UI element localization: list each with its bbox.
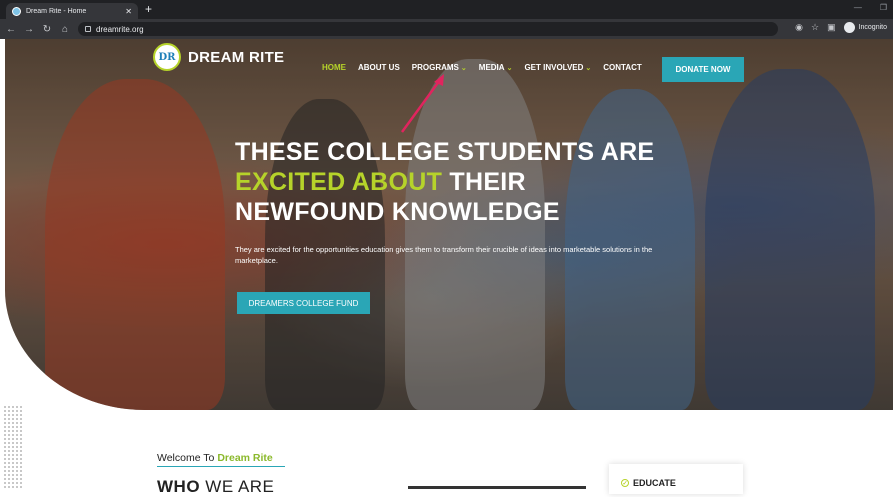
site-favicon-icon (12, 6, 21, 16)
nav-item-get-involved[interactable]: GET INVOLVED ⌄ (524, 63, 591, 72)
nav-item-about-us[interactable]: ABOUT US (358, 63, 400, 72)
headline-line-3: NEWFOUND KNOWLEDGE (235, 198, 560, 226)
welcome-prefix: Welcome To (157, 452, 218, 464)
back-icon[interactable]: ← (6, 24, 16, 35)
site-brand[interactable]: DR DREAM RITE (153, 43, 284, 71)
home-icon[interactable]: ⌂ (60, 24, 70, 35)
browser-tab-bar: Dream Rite - Home ✕ + — ❐ (0, 0, 893, 19)
welcome-underline (157, 466, 285, 467)
nav-item-home[interactable]: HOME (322, 63, 346, 72)
nav-item-label: PROGRAMS (411, 63, 459, 72)
decorative-dot-pattern (3, 405, 23, 489)
heading-bold: WHO (157, 477, 201, 496)
hero-photo-person (705, 69, 875, 410)
chevron-down-icon: ⌄ (460, 65, 467, 72)
browser-toolbar: ← → ↻ ⌂ dreamrite.org ◉ ☆ ▣ Incognito (0, 19, 893, 39)
nav-item-contact[interactable]: CONTACT (603, 63, 642, 72)
donate-now-button[interactable]: DONATE NOW (662, 57, 744, 82)
lock-icon (85, 26, 91, 32)
minimize-icon[interactable]: — (854, 3, 862, 12)
side-panel-icon[interactable]: ▣ (827, 22, 836, 33)
heading-rest: WE ARE (200, 477, 275, 496)
card-title-text: EDUCATE (633, 478, 676, 488)
incognito-label: Incognito (858, 24, 887, 31)
headline-highlight: EXCITED ABOUT (235, 168, 443, 196)
toolbar-actions: ◉ ☆ ▣ Incognito (795, 22, 887, 33)
maximize-icon[interactable]: ❐ (880, 3, 887, 12)
incognito-icon (843, 22, 855, 33)
headline-line-2: EXCITED ABOUT THEIR (235, 167, 654, 197)
browser-tab[interactable]: Dream Rite - Home ✕ (6, 3, 138, 19)
annotation-arrow (400, 74, 444, 133)
nav-item-label: GET INVOLVED (524, 63, 584, 72)
url-text: dreamrite.org (96, 24, 144, 34)
incognito-indicator[interactable]: Incognito (843, 22, 887, 33)
hero-headline: THESE COLLEGE STUDENTS ARE EXCITED ABOUT… (235, 137, 654, 227)
new-tab-icon[interactable]: + (145, 2, 152, 16)
section-heading: WHO WE ARE (157, 477, 274, 497)
welcome-text: Welcome To Dream Rite (157, 452, 273, 464)
check-circle-icon: ✓ (621, 479, 629, 487)
hero-subtext: They are excited for the opportunities e… (235, 245, 653, 265)
hero-photo-person (45, 79, 225, 410)
reload-icon[interactable]: ↻ (42, 24, 52, 35)
forward-icon[interactable]: → (24, 24, 34, 35)
main-navigation: HOME ABOUT US PROGRAMS ⌄ MEDIA ⌄ GET INVOL… (322, 63, 642, 72)
bookmark-star-icon[interactable]: ☆ (811, 22, 819, 33)
headline-line-1: THESE COLLEGE STUDENTS ARE (235, 138, 655, 166)
close-tab-icon[interactable]: ✕ (125, 7, 132, 16)
educate-card: ✓ EDUCATE (609, 464, 743, 494)
nav-item-media[interactable]: MEDIA ⌄ (479, 63, 513, 72)
nav-item-label: MEDIA (478, 63, 505, 72)
welcome-highlight: Dream Rite (217, 452, 273, 464)
address-bar[interactable]: dreamrite.org (78, 22, 778, 36)
chevron-down-icon: ⌄ (585, 65, 592, 72)
nav-item-programs[interactable]: PROGRAMS ⌄ (412, 63, 467, 72)
brand-name: DREAM RITE (188, 48, 285, 66)
dreamers-college-fund-button[interactable]: DREAMERS COLLEGE FUND (237, 292, 370, 314)
chevron-down-icon: ⌄ (506, 65, 513, 72)
card-title: ✓ EDUCATE (621, 478, 676, 488)
site-logo: DR (153, 43, 181, 71)
tracking-protection-icon[interactable]: ◉ (795, 22, 803, 33)
tab-title: Dream Rite - Home (26, 7, 87, 15)
window-controls: — ❐ (854, 3, 887, 12)
headline-line-2-rest: THEIR (442, 168, 526, 196)
